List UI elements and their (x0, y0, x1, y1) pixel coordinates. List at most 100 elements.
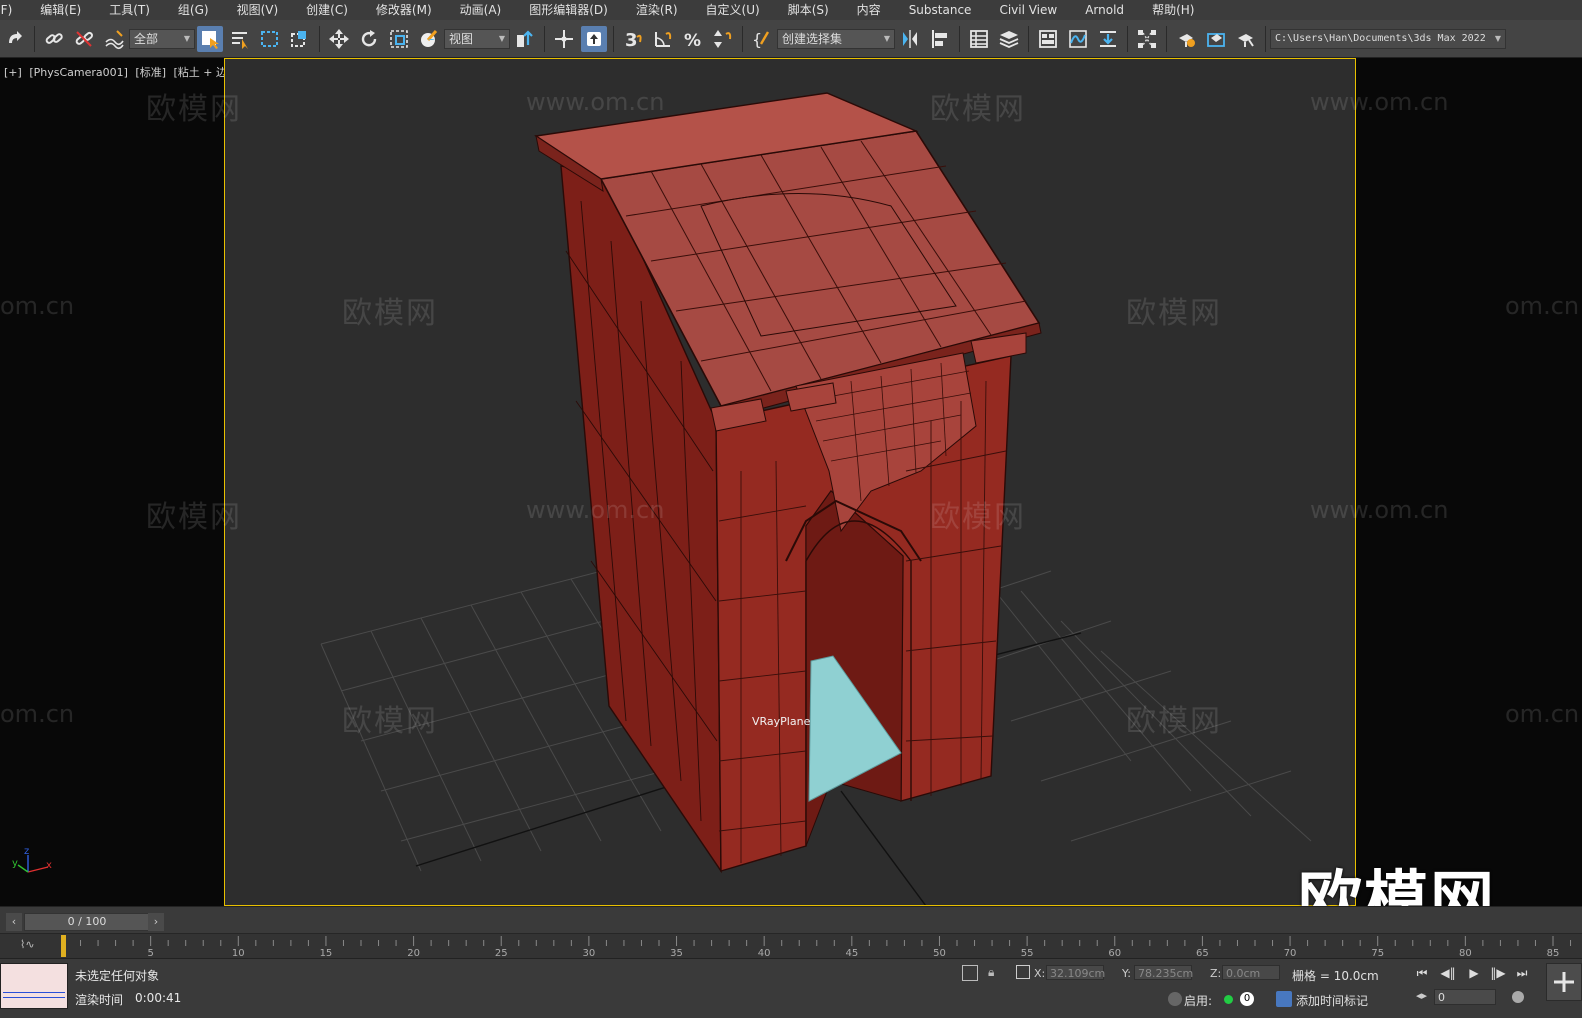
absolute-mode-icon[interactable] (1016, 965, 1030, 979)
place-icon[interactable] (416, 26, 442, 52)
play-icon[interactable]: ▶ (1466, 965, 1482, 981)
curve-editor-icon[interactable] (1065, 26, 1091, 52)
current-frame-field[interactable]: 0 (1434, 989, 1496, 1005)
menu-item-13[interactable]: Substance (895, 0, 986, 20)
lock-selection-icon[interactable]: 🔒︎ (988, 965, 994, 980)
menu-item-5[interactable]: 创建(C) (292, 0, 362, 20)
watermark-text: om.cn (0, 292, 75, 320)
layer-explorer-icon[interactable] (996, 26, 1022, 52)
rotate-icon[interactable] (356, 26, 382, 52)
menu-item-10[interactable]: 自定义(U) (692, 0, 774, 20)
time-configuration-icon[interactable] (1512, 991, 1524, 1003)
viewport-label-menu[interactable]: [+] [PhysCamera001] [标准] [粘土 + 边面] (4, 64, 246, 80)
toggle-ribbon-icon[interactable] (1035, 26, 1061, 52)
go-to-start-icon[interactable]: ⏮ (1414, 965, 1430, 981)
toolbar-separator (1028, 25, 1029, 52)
selection-filter-dropdown[interactable]: 全部 ▼ (129, 28, 195, 49)
watermark-text: 欧模网 (1126, 296, 1222, 331)
chevron-down-icon: ▼ (883, 34, 890, 43)
viewport-standard-menu[interactable]: [标准] (135, 66, 166, 79)
menu-item-2[interactable]: 工具(T) (95, 0, 164, 20)
menu-item-1[interactable]: 编辑(E) (26, 0, 95, 20)
angle-snap-icon[interactable] (650, 26, 676, 52)
pivot-center-icon[interactable] (512, 26, 538, 52)
watermark-text: om.cn (1505, 292, 1580, 320)
next-frame-icon[interactable]: ‖▶ (1490, 965, 1506, 981)
main-toolbar: 全部 ▼ 视图 ▼ 3 % { 创建选择集 ▼ C:\Users\Han\Docume… (0, 20, 1582, 58)
chevron-down-icon: ▼ (1494, 34, 1501, 43)
time-tag-icon[interactable] (1276, 991, 1292, 1007)
unlink-icon[interactable] (71, 26, 97, 52)
toolbar-separator (742, 25, 743, 52)
menu-item-8[interactable]: 图形编辑器(D) (515, 0, 622, 20)
move-icon[interactable] (326, 26, 352, 52)
key-mode-toggle-icon[interactable]: ◂▸ (1416, 989, 1427, 1002)
link-icon[interactable] (41, 26, 67, 52)
toolbar-separator (34, 25, 35, 52)
select-manipulate-icon[interactable] (551, 26, 577, 52)
isolate-selection-icon[interactable] (962, 965, 978, 981)
z-coordinate-field[interactable]: 0.0cm (1222, 965, 1280, 980)
chevron-left-icon[interactable]: ‹ (6, 913, 22, 931)
redo-icon[interactable] (2, 26, 28, 52)
snap-number: 3 (625, 30, 638, 50)
menu-item-9[interactable]: 渲染(R) (622, 0, 692, 20)
perspective-viewport[interactable]: VRayPlane (224, 58, 1356, 906)
rect-selection-icon[interactable] (257, 26, 283, 52)
named-selection-set-dropdown[interactable]: 创建选择集 ▼ (777, 28, 895, 49)
menu-item-6[interactable]: 修改器(M) (362, 0, 446, 20)
window-crossing-icon[interactable] (287, 26, 313, 52)
maxscript-mini-listener[interactable] (0, 963, 68, 1009)
x-coordinate-field[interactable]: 32.109cm (1046, 965, 1105, 980)
mirror-icon[interactable] (897, 26, 923, 52)
toolbar-separator (544, 25, 545, 52)
select-object-icon[interactable] (197, 25, 223, 52)
watermark-text: 欧模网 (930, 500, 1026, 535)
scale-icon[interactable] (386, 26, 412, 52)
menu-item-4[interactable]: 视图(V) (223, 0, 293, 20)
plus-icon (1554, 972, 1574, 992)
autokey-shield-icon[interactable] (1168, 992, 1182, 1006)
go-to-end-icon[interactable]: ⏭ (1514, 965, 1530, 981)
watermark-text: 欧模网 (342, 704, 438, 739)
bind-space-warp-icon[interactable] (101, 26, 127, 52)
select-by-name-icon[interactable] (227, 26, 253, 52)
spinner-snap-icon[interactable] (710, 26, 736, 52)
percent-snap-icon[interactable]: % (680, 26, 706, 52)
left-letterbox (0, 58, 224, 906)
schematic-view-icon[interactable] (1095, 26, 1121, 52)
scene-explorer-icon[interactable] (966, 26, 992, 52)
menu-item-7[interactable]: 动画(A) (446, 0, 516, 20)
menu-item-15[interactable]: Arnold (1071, 0, 1138, 20)
y-coordinate-field[interactable]: 78.235cm (1134, 965, 1193, 980)
menu-item-11[interactable]: 脚本(S) (774, 0, 843, 20)
chevron-down-icon: ▼ (498, 34, 505, 43)
render-production-icon[interactable] (1233, 26, 1259, 52)
rendered-frame-window-icon[interactable] (1203, 26, 1229, 52)
edit-named-selection-icon[interactable]: { (749, 26, 775, 52)
menu-item-3[interactable]: 组(G) (164, 0, 223, 20)
viewport-camera-menu[interactable]: [PhysCamera001] (29, 66, 128, 79)
current-frame-marker[interactable] (61, 935, 66, 957)
project-path-dropdown[interactable]: C:\Users\Han\Documents\3ds Max 2022 ▼ (1270, 28, 1506, 49)
reference-coordinate-dropdown[interactable]: 视图 ▼ (444, 28, 510, 49)
material-editor-icon[interactable] (1134, 26, 1160, 52)
toolbar-separator (959, 25, 960, 52)
snaps-toggle-icon[interactable]: 3 (620, 26, 646, 52)
add-time-tag-button[interactable]: 添加时间标记 (1296, 992, 1368, 1009)
render-setup-icon[interactable] (1173, 26, 1199, 52)
reference-coordinate-value: 视图 (449, 32, 474, 46)
align-icon[interactable] (927, 26, 953, 52)
menu-item-0[interactable]: (F) (0, 0, 26, 20)
menu-item-12[interactable]: 内容 (843, 0, 895, 20)
viewport-plus-menu[interactable]: [+] (4, 66, 22, 79)
chevron-right-icon[interactable]: › (148, 913, 164, 931)
menu-item-16[interactable]: 帮助(H) (1138, 0, 1208, 20)
time-slider-thumb[interactable]: 0 / 100 (24, 913, 150, 931)
keyboard-shortcut-override-icon[interactable] (581, 25, 607, 52)
create-panel-button[interactable] (1546, 963, 1582, 1001)
previous-frame-icon[interactable]: ◀‖ (1440, 965, 1456, 981)
curve-editor-mini-icon[interactable]: ⌇∿ (20, 938, 35, 951)
menu-item-14[interactable]: Civil View (985, 0, 1071, 20)
timeline-track[interactable]: ⌇∿ 5 10 15 20 25 30 35 40 45 50 55 60 65 70 75 80 85 (0, 933, 1582, 960)
